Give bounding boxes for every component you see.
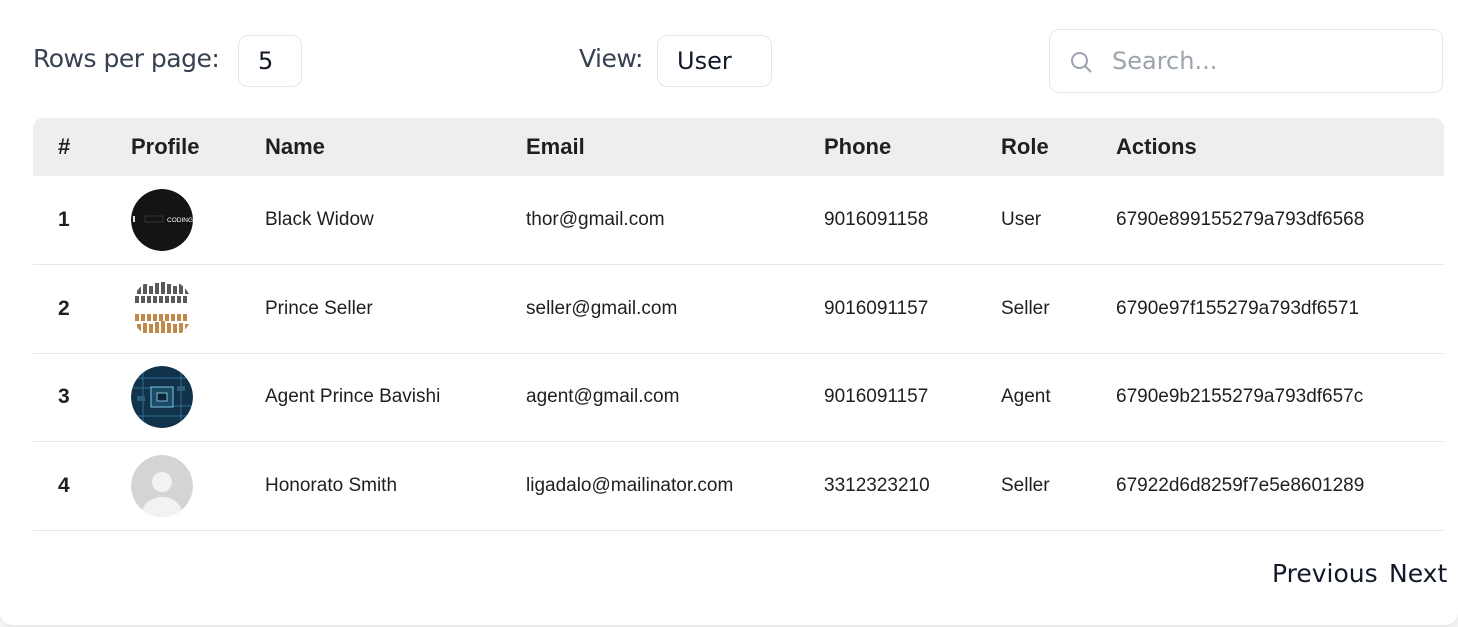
row-name: Black Widow	[265, 209, 374, 230]
row-name: Agent Prince Bavishi	[265, 386, 441, 408]
column-header-email[interactable]: Email	[526, 118, 824, 176]
next-page-button[interactable]: Next	[1389, 559, 1447, 588]
row-phone: 9016091157	[824, 297, 929, 319]
users-table-card: Rows per page: 5 View: User # Profile Na…	[0, 0, 1458, 625]
rows-per-page-select[interactable]: 5	[238, 35, 302, 87]
avatar-logo-text: CODING	[167, 217, 193, 224]
search-input[interactable]	[1112, 38, 1432, 84]
row-action-id[interactable]: 6790e899155279a793df6568	[1116, 176, 1444, 265]
search-box	[1049, 29, 1443, 93]
view-label: View:	[579, 44, 643, 73]
column-header-actions[interactable]: Actions	[1116, 118, 1444, 176]
column-header-role[interactable]: Role	[1001, 118, 1116, 176]
table-header-row: # Profile Name Email Phone Role Actions	[33, 118, 1444, 176]
table-row[interactable]: 1 CODING Black Widow thor@gmail.com 9016…	[33, 176, 1444, 265]
row-role: Seller	[1001, 474, 1050, 496]
table-row[interactable]: 3 Agent Prince Bavishi agent@gmail.com 9…	[33, 353, 1444, 442]
table-row[interactable]: 4 Honorato Smith ligadalo@mailinator.com…	[33, 442, 1444, 531]
row-index: 4	[58, 473, 70, 497]
column-header-name[interactable]: Name	[265, 118, 526, 176]
row-phone: 9016091158	[824, 209, 929, 230]
default-user-avatar[interactable]	[131, 454, 193, 517]
table-row[interactable]: 2 Prince Seller seller@gmail.com 9016091…	[33, 265, 1444, 354]
row-phone: 3312323210	[824, 474, 930, 496]
row-name: Prince Seller	[265, 297, 373, 319]
row-email: agent@gmail.com	[526, 386, 680, 408]
circuit-board-avatar[interactable]	[131, 366, 193, 429]
view-select[interactable]: User	[657, 35, 772, 87]
column-header-phone[interactable]: Phone	[824, 118, 1001, 176]
row-name: Honorato Smith	[265, 474, 398, 496]
row-email: seller@gmail.com	[526, 297, 678, 319]
chess-pieces-avatar[interactable]	[131, 277, 193, 340]
rows-per-page-label: Rows per page:	[33, 44, 220, 73]
row-role: Seller	[1001, 297, 1050, 319]
row-email: ligadalo@mailinator.com	[526, 474, 734, 496]
row-action-id[interactable]: 6790e97f155279a793df6571	[1116, 265, 1444, 354]
row-email: thor@gmail.com	[526, 209, 665, 230]
column-header-index[interactable]: #	[33, 118, 131, 176]
row-action-id[interactable]: 6790e9b2155279a793df657c	[1116, 353, 1444, 442]
rows-per-page-value: 5	[258, 47, 274, 75]
coding-logo-avatar[interactable]: CODING	[131, 189, 193, 251]
row-role: User	[1001, 209, 1042, 230]
row-action-id[interactable]: 67922d6d8259f7e5e8601289	[1116, 442, 1444, 531]
column-header-profile[interactable]: Profile	[131, 118, 265, 176]
previous-page-button[interactable]: Previous	[1272, 559, 1378, 588]
search-icon	[1071, 52, 1092, 73]
row-index: 1	[58, 208, 70, 231]
row-index: 3	[58, 385, 70, 409]
users-table: # Profile Name Email Phone Role Actions …	[33, 118, 1444, 531]
row-role: Agent	[1001, 386, 1051, 408]
view-select-value: User	[677, 47, 732, 75]
row-phone: 9016091157	[824, 386, 929, 408]
row-index: 2	[58, 296, 70, 320]
